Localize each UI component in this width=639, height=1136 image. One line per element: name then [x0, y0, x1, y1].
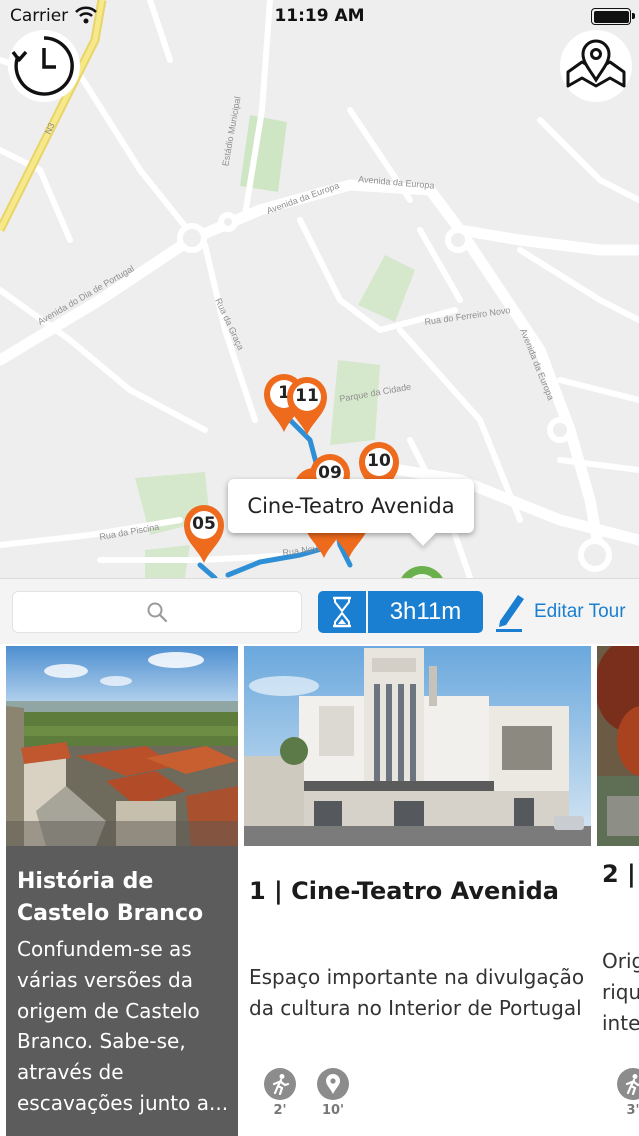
- tour-duration-button[interactable]: 3h11m: [318, 591, 483, 633]
- card-title: 2 | Ser: [602, 860, 639, 888]
- visit-time-value: 10': [321, 1103, 345, 1118]
- road-label-rua-piscina: Rua da Piscina: [99, 522, 160, 542]
- city-park: [330, 360, 380, 445]
- card-title: 1 | Cine-Teatro Avenida: [249, 877, 559, 905]
- marker-label: 11: [295, 386, 319, 406]
- walk-time-value: 2': [273, 1103, 287, 1118]
- cine-teatro-photo: [244, 646, 591, 846]
- pencil-icon: [496, 595, 524, 632]
- tour-cards-carousel[interactable]: História de Castelo Branco Confundem-se …: [0, 644, 639, 1136]
- tour-marker-05[interactable]: 05: [180, 503, 228, 565]
- road-label-dia-portugal: Avenida do Dia de Portugal: [36, 263, 136, 326]
- battery-icon: [591, 8, 635, 25]
- park-area: [358, 255, 415, 322]
- tour-marker-11[interactable]: 11: [283, 375, 331, 437]
- poi-card-2[interactable]: 2 | Ser Orig riqu inte 3': [597, 646, 639, 1136]
- marker-label: 10: [367, 451, 391, 471]
- poi-callout[interactable]: Cine-Teatro Avenida: [228, 479, 474, 546]
- history-button[interactable]: [8, 30, 80, 102]
- edit-tour-button[interactable]: Editar Tour: [494, 589, 634, 635]
- stadium-label: Estádio Municipal: [220, 96, 242, 167]
- status-time: 11:19 AM: [274, 6, 365, 26]
- status-bar: Carrier 11:19 AM: [0, 0, 639, 34]
- road-label-rua-ferreiro: Rua do Ferreiro Novo: [424, 305, 511, 327]
- location-pin-icon: [317, 1068, 349, 1100]
- poi-card-cine-teatro[interactable]: 1 | Cine-Teatro Avenida Espaço important…: [244, 646, 591, 1136]
- intro-card[interactable]: História de Castelo Branco Confundem-se …: [6, 646, 238, 1136]
- walk-time-value: 3': [626, 1103, 639, 1118]
- card-title: História de Castelo Branco: [17, 869, 204, 926]
- search-input[interactable]: [13, 592, 301, 632]
- walking-icon: [617, 1068, 639, 1100]
- edit-tour-label: Editar Tour: [534, 601, 626, 622]
- map-pin-icon: [566, 39, 626, 88]
- walking-icon: [264, 1068, 296, 1100]
- card-description: Espaço importante na divulgação da cultu…: [249, 965, 585, 1020]
- locate-map-button[interactable]: [560, 30, 632, 102]
- walk-time-stat: 3': [613, 1068, 639, 1118]
- marker-label: 05: [192, 514, 216, 534]
- castelo-branco-photo: [6, 646, 238, 846]
- walk-time-stat: 2': [260, 1068, 300, 1118]
- hourglass-icon: [318, 591, 368, 633]
- stadium-park: [240, 115, 287, 192]
- clock-icon: [11, 36, 74, 96]
- map-view[interactable]: N3 Avenida da Europa Avenida da Europa A…: [0, 0, 639, 578]
- callout-label: Cine-Teatro Avenida: [247, 494, 455, 518]
- search-box[interactable]: [12, 591, 302, 633]
- tour-toolbar: 3h11m Editar Tour: [0, 578, 639, 644]
- card-description: Confundem-se as várias versões da origem…: [17, 937, 229, 1115]
- visit-time-stat: 10': [313, 1068, 353, 1118]
- poi-2-photo: [597, 646, 639, 846]
- tour-duration: 3h11m: [389, 598, 462, 625]
- card-description: Orig riqu inte: [602, 949, 639, 1035]
